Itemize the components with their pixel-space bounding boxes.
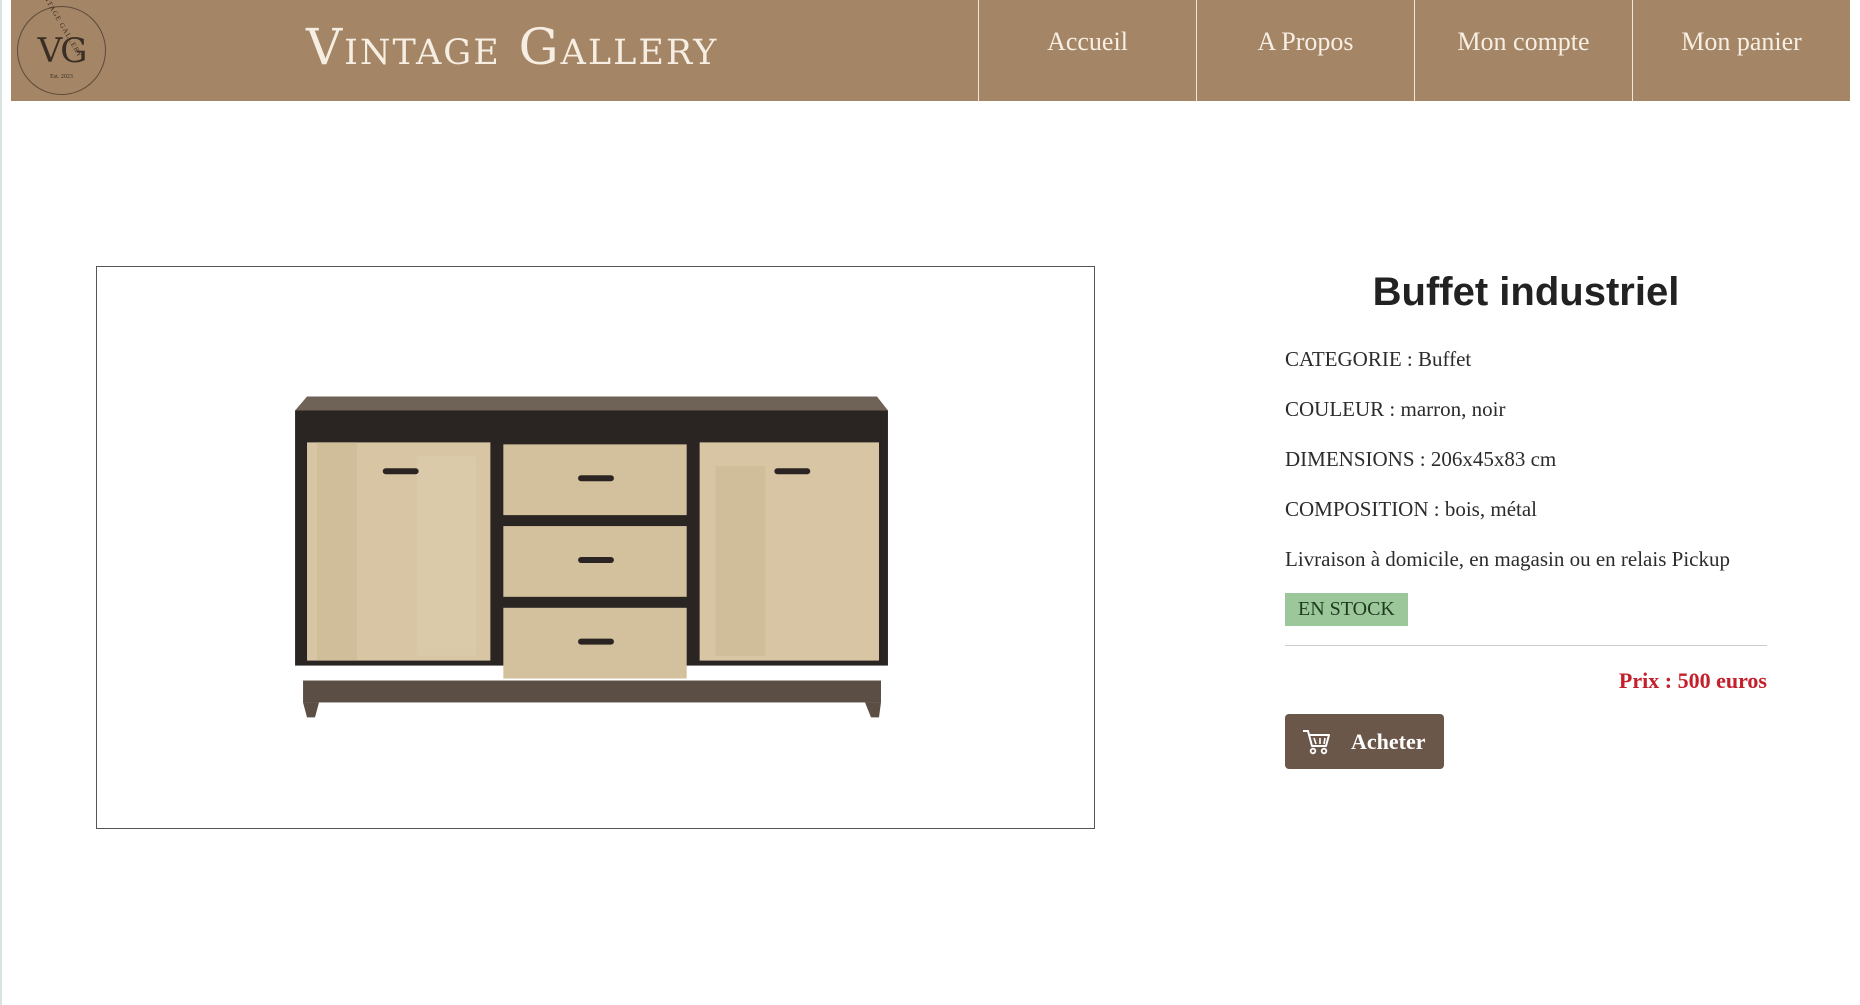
stock-badge: EN STOCK: [1285, 593, 1408, 626]
site-title[interactable]: Vintage Gallery: [306, 18, 718, 76]
product-image: [96, 266, 1095, 829]
buy-button-label: Acheter: [1351, 728, 1426, 754]
sideboard-image: [295, 396, 888, 718]
logo-established: Est. 2023: [50, 74, 73, 80]
buy-button[interactable]: Acheter: [1285, 714, 1444, 769]
logo-monogram: VG: [37, 31, 88, 71]
nav-item-accueil[interactable]: Accueil: [978, 0, 1196, 101]
product-price: Prix : 500 euros: [1618, 668, 1767, 693]
site-header: VG VINTAGE GALLERY Est. 2023 Vintage Gal…: [11, 0, 1850, 101]
brand: VG VINTAGE GALLERY Est. 2023 Vintage Gal…: [11, 0, 978, 101]
nav-item-mon-panier[interactable]: Mon panier: [1632, 0, 1850, 101]
main-nav: Accueil A Propos Mon compte Mon panier: [978, 0, 1850, 101]
spec-dimensions: DIMENSIONS : 206x45x83 cm: [1285, 447, 1557, 471]
nav-item-mon-compte[interactable]: Mon compte: [1414, 0, 1632, 101]
spec-delivery: Livraison à domicile, en magasin ou en r…: [1285, 547, 1730, 571]
spec-color: COULEUR : marron, noir: [1285, 397, 1506, 421]
brand-logo[interactable]: VG VINTAGE GALLERY Est. 2023: [17, 0, 106, 95]
product-details: Buffet industriel CATEGORIE : Buffet COU…: [1285, 270, 1767, 769]
spec-category: CATEGORIE : Buffet: [1285, 347, 1472, 371]
divider: [1285, 645, 1767, 646]
nav-item-a-propos[interactable]: A Propos: [1196, 0, 1414, 101]
spec-composition: COMPOSITION : bois, métal: [1285, 497, 1537, 521]
product-title: Buffet industriel: [1372, 270, 1680, 314]
cart-icon: [1303, 729, 1330, 754]
